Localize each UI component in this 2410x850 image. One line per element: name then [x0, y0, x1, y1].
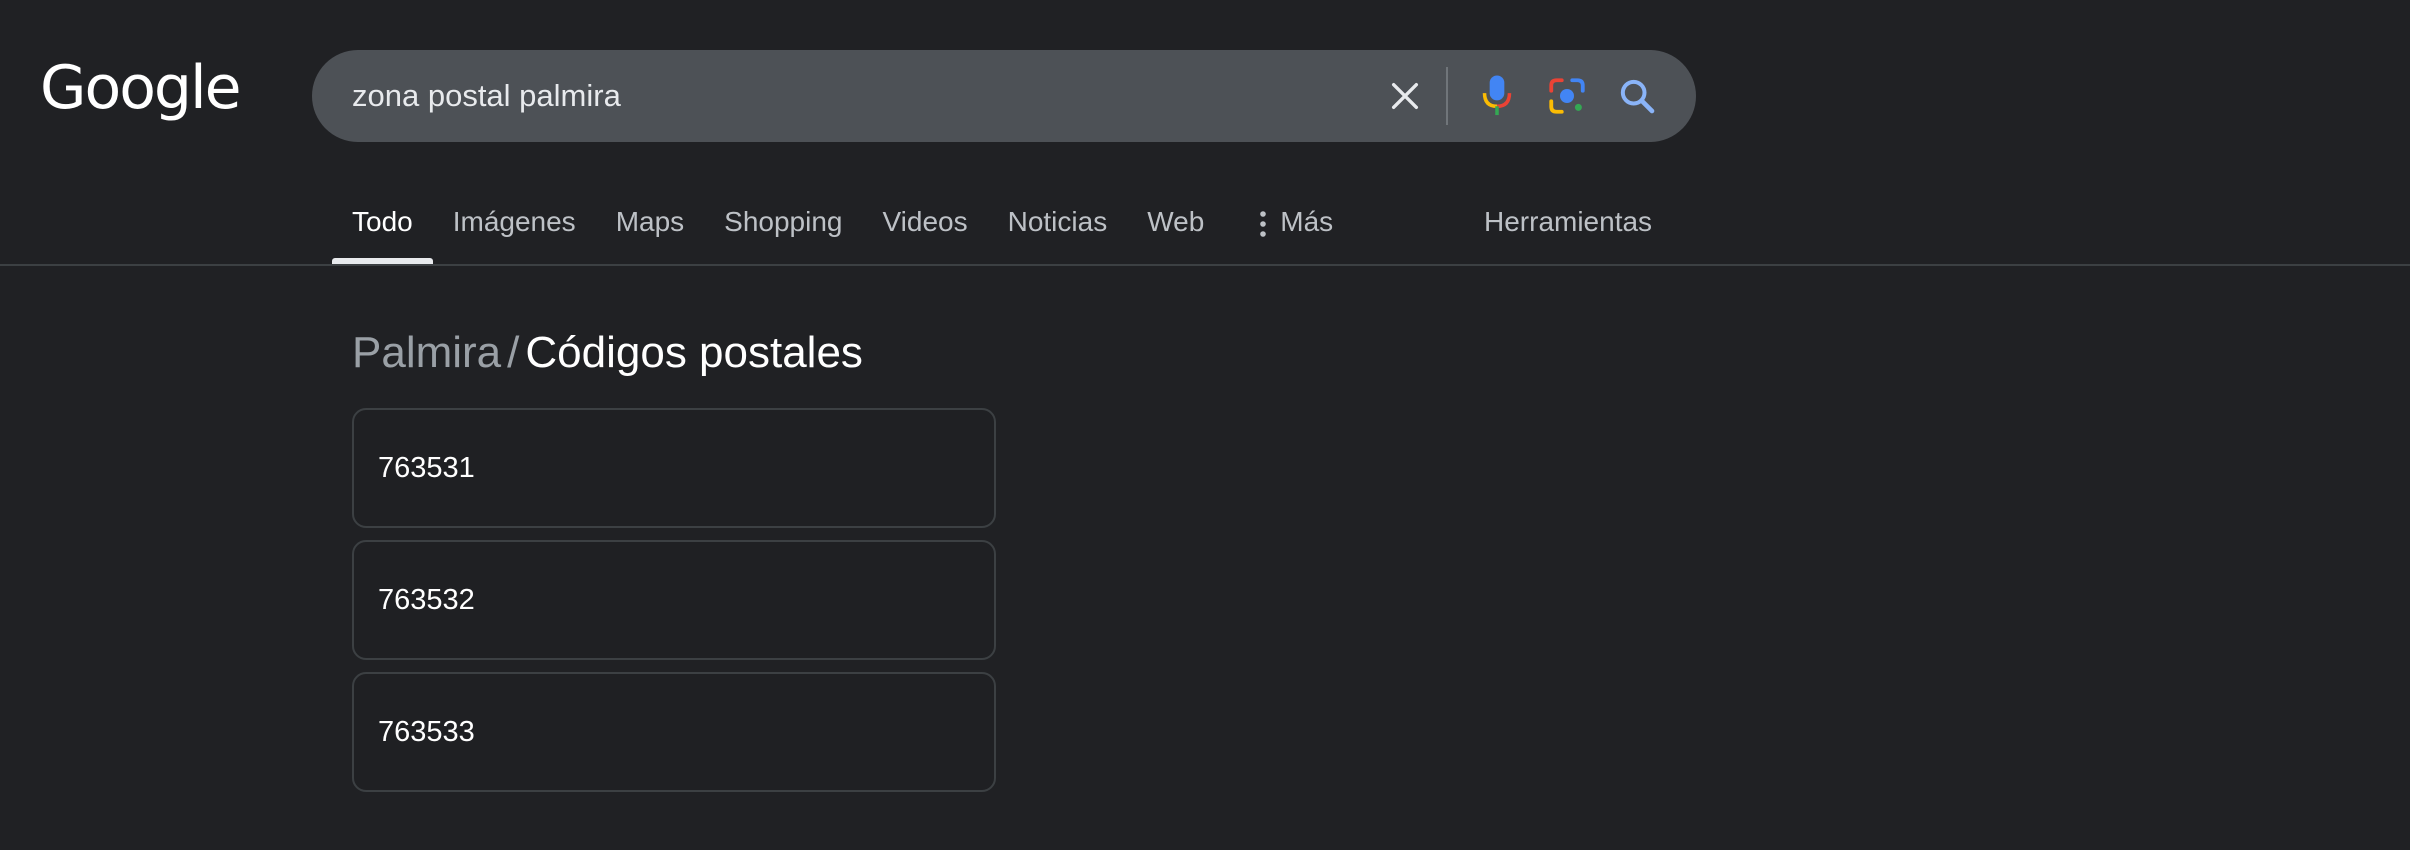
tab-shopping[interactable]: Shopping [704, 196, 862, 264]
lens-search-button[interactable] [1532, 61, 1602, 131]
google-lens-icon [1549, 78, 1585, 114]
search-input[interactable] [352, 66, 1370, 126]
tab-label: Más [1280, 206, 1334, 237]
result-title: Códigos postales [525, 328, 863, 377]
more-vert-icon [1260, 211, 1267, 237]
result-heading: Palmira / Códigos postales [352, 328, 863, 378]
postal-code-card[interactable]: 763531 [352, 408, 996, 528]
tab-mas[interactable]: Más [1238, 196, 1353, 264]
city-link[interactable]: Palmira [352, 328, 501, 377]
tab-todo[interactable]: Todo [332, 196, 433, 264]
tab-web[interactable]: Web [1127, 196, 1224, 264]
postal-code: 763531 [378, 451, 475, 484]
search-results-page: Google zona postal palmira Todo Imágenes… [0, 0, 2410, 850]
postal-code-list: 763531 763532 763533 [352, 408, 996, 804]
postal-code-card[interactable]: 763533 [352, 672, 996, 792]
postal-code: 763533 [378, 715, 475, 748]
tabs-divider [0, 264, 2410, 266]
tab-noticias[interactable]: Noticias [988, 196, 1128, 264]
tools-button[interactable]: Herramientas [1484, 206, 1652, 238]
search-icon [1620, 79, 1655, 114]
postal-code: 763532 [378, 583, 475, 616]
tab-maps[interactable]: Maps [596, 196, 704, 264]
tab-label: Imágenes [452, 206, 576, 237]
tab-label: Maps [615, 206, 685, 237]
tab-label: Videos [882, 206, 968, 237]
tab-label: Web [1147, 206, 1205, 237]
postal-code-card[interactable]: 763532 [352, 540, 996, 660]
microphone-icon [1482, 75, 1512, 116]
search-box-divider [1446, 67, 1448, 125]
search-box [312, 50, 1696, 142]
breadcrumb-separator: / [507, 328, 520, 377]
close-icon [1391, 82, 1419, 110]
google-logo[interactable]: Google [40, 58, 242, 118]
tab-label: Shopping [724, 206, 843, 237]
tab-videos[interactable]: Videos [863, 196, 988, 264]
voice-search-button[interactable] [1462, 61, 1532, 131]
search-submit-button[interactable] [1602, 61, 1672, 131]
tab-imagenes[interactable]: Imágenes [433, 196, 596, 264]
tab-label: Todo [352, 206, 413, 237]
clear-search-button[interactable] [1370, 61, 1440, 131]
tab-label: Noticias [1007, 206, 1108, 237]
search-tabs: Todo Imágenes Maps Shopping Videos Notic… [332, 196, 1353, 264]
